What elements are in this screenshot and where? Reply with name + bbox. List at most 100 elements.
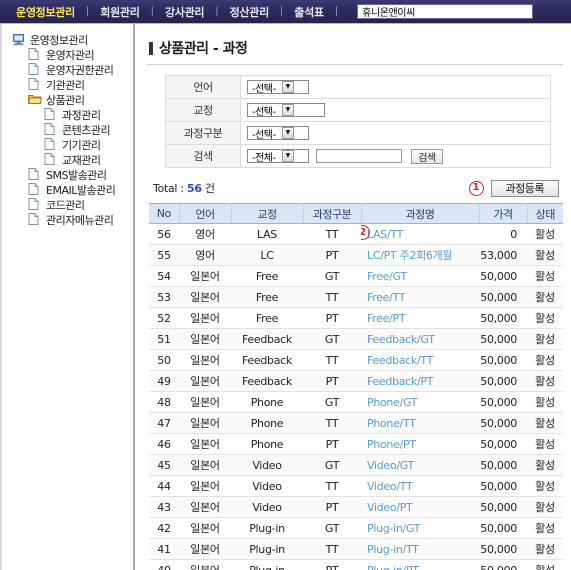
current-user-box: 휴니온앤이씨 xyxy=(357,4,534,19)
sidebar-item-email-mgmt[interactable]: EMAIL발송관리 xyxy=(6,182,133,197)
sidebar-item-code-mgmt[interactable]: 코드관리 xyxy=(6,197,133,212)
cell-no: 50 xyxy=(149,349,179,371)
cell-course-name: Plug-in/TT xyxy=(361,538,479,560)
search-scope-select-value: -전체- xyxy=(252,152,276,164)
table-row[interactable]: 53 일본어 Free TT Free/TT 50,000 활성 xyxy=(149,286,563,308)
page-title: 상품관리 - 과정 xyxy=(147,34,563,64)
sidebar-item-product-mgmt[interactable]: 상품관리 xyxy=(6,92,133,107)
document-icon xyxy=(44,138,58,151)
cell-code: Feedback xyxy=(231,328,303,350)
cell-price: 50,000 xyxy=(479,475,527,497)
course-name-link[interactable]: Feedback/TT xyxy=(367,354,433,367)
sidebar-item-admin-menu-mgmt[interactable]: 관리자메뉴관리 xyxy=(6,212,133,227)
column-header-no[interactable]: No xyxy=(149,203,180,224)
column-header-language[interactable]: 언어 xyxy=(179,203,232,224)
table-row[interactable]: 47 일본어 Phone TT Phone/TT 50,000 활성 xyxy=(149,412,563,434)
sidebar-item-textbook-mgmt[interactable]: 교재관리 xyxy=(6,152,133,167)
column-header-code[interactable]: 교정 xyxy=(231,203,304,224)
cell-price: 50,000 xyxy=(479,286,527,308)
nav-item-attendance[interactable]: 출석표 xyxy=(292,4,325,20)
nav-item-settlement[interactable]: 정산관리 xyxy=(228,4,271,20)
sidebar-item-content-mgmt[interactable]: 콘텐츠관리 xyxy=(6,122,133,137)
search-button[interactable]: 검색 xyxy=(411,148,443,164)
sidebar-item-operator-mgmt[interactable]: 운영자관리 xyxy=(6,47,133,62)
course-name-link[interactable]: Phone/PT xyxy=(367,438,416,451)
course-name-link[interactable]: Free/GT xyxy=(367,270,407,283)
column-header-price[interactable]: 가격 xyxy=(479,203,528,224)
cell-course-type: PT xyxy=(303,433,361,455)
sidebar-item-sms-mgmt[interactable]: SMS발송관리 xyxy=(6,167,133,182)
cell-course-name: Phone/GT xyxy=(361,391,479,413)
nav-separator: | xyxy=(150,6,154,17)
cell-course-type: TT xyxy=(303,349,361,371)
cell-course-type: TT xyxy=(303,286,361,308)
cell-status: 활성 xyxy=(527,496,563,518)
cell-course-type: GT xyxy=(303,454,361,476)
cell-course-name: Video/PT xyxy=(361,496,479,518)
cell-status: 활성 xyxy=(527,265,563,287)
filter-row-course-type: 과정구분 -선택- ▼ xyxy=(165,121,551,145)
list-toolbar: Total : 56 건 1 과정등록 xyxy=(153,179,559,197)
register-course-button[interactable]: 과정등록 xyxy=(490,179,559,197)
cell-course-type: TT xyxy=(303,475,361,497)
course-name-link[interactable]: Phone/GT xyxy=(367,396,418,409)
sidebar-item-course-mgmt[interactable]: 과정관리 xyxy=(6,107,133,122)
course-name-link[interactable]: Plug-in/GT xyxy=(367,522,421,535)
column-header-status[interactable]: 상태 xyxy=(527,203,563,224)
document-icon xyxy=(28,48,42,61)
column-header-course-type[interactable]: 과정구분 xyxy=(303,203,362,224)
course-name-link[interactable]: Video/GT xyxy=(367,459,414,472)
table-row[interactable]: 48 일본어 Phone GT Phone/GT 50,000 활성 xyxy=(149,391,563,413)
course-name-link[interactable]: LAS/TT xyxy=(367,228,403,241)
sidebar-item-institution-mgmt[interactable]: 기관관리 xyxy=(6,77,133,92)
cell-no: 53 xyxy=(149,286,179,308)
correction-select[interactable]: -선택- ▼ xyxy=(247,103,325,118)
course-name-link[interactable]: Feedback/GT xyxy=(367,333,435,346)
course-name-link[interactable]: Phone/TT xyxy=(367,417,416,430)
course-type-select[interactable]: -선택- ▼ xyxy=(247,126,309,141)
sidebar-item-operation-info[interactable]: 운영정보관리 xyxy=(6,32,133,47)
cell-course-type: PT xyxy=(303,559,361,570)
course-name-link[interactable]: Feedback/PT xyxy=(367,375,433,388)
cell-language: 일본어 xyxy=(179,265,231,287)
sidebar-item-operator-auth-mgmt[interactable]: 운영자권한관리 xyxy=(6,62,133,77)
table-row[interactable]: 50 일본어 Feedback TT Feedback/TT 50,000 활성 xyxy=(149,349,563,371)
table-row[interactable]: 45 일본어 Video GT Video/GT 50,000 활성 xyxy=(149,454,563,476)
cell-code: Phone xyxy=(231,433,303,455)
cell-no: 47 xyxy=(149,412,179,434)
table-row[interactable]: 49 일본어 Feedback PT Feedback/PT 50,000 활성 xyxy=(149,370,563,392)
sidebar-item-device-mgmt[interactable]: 기기관리 xyxy=(6,137,133,152)
nav-item-instructor[interactable]: 강사관리 xyxy=(163,4,206,20)
cell-course-name: Feedback/PT xyxy=(361,370,479,392)
search-scope-select[interactable]: -전체- ▼ xyxy=(247,149,309,164)
search-input[interactable] xyxy=(316,149,402,163)
table-row[interactable]: 55 영어 LC PT LC/PT 주2회6개월 53,000 활성 xyxy=(149,244,563,266)
document-icon xyxy=(28,63,42,76)
table-row[interactable]: 40일본어Plug-inPT Plug-in/PT 50,000활성 xyxy=(149,559,563,570)
table-row[interactable]: 41 일본어 Plug-in TT Plug-in/TT 50,000 활성 xyxy=(149,538,563,560)
nav-item-operation-info[interactable]: 운영정보관리 xyxy=(14,4,77,20)
course-name-link[interactable]: Free/TT xyxy=(367,291,406,304)
course-name-link[interactable]: Video/PT xyxy=(367,501,413,514)
column-header-course-name[interactable]: 과정명 xyxy=(361,203,480,224)
course-name-link[interactable]: Free/PT xyxy=(367,312,406,325)
table-row[interactable]: 42 일본어 Plug-in GT Plug-in/GT 50,000 활성 xyxy=(149,517,563,539)
cell-price: 0 xyxy=(479,223,527,245)
table-row[interactable]: 44 일본어 Video TT Video/TT 50,000 활성 xyxy=(149,475,563,497)
table-row[interactable]: 51 일본어 Feedback GT Feedback/GT 50,000 활성 xyxy=(149,328,563,350)
table-row[interactable]: 43 일본어 Video PT Video/PT 50,000 활성 xyxy=(149,496,563,518)
table-row[interactable]: 52 일본어 Free PT Free/PT 50,000 활성 xyxy=(149,307,563,329)
table-row[interactable]: 46 일본어 Phone PT Phone/PT 50,000 활성 xyxy=(149,433,563,455)
nav-item-member[interactable]: 회원관리 xyxy=(98,4,141,20)
course-name-link[interactable]: LC/PT 주2회6개월 xyxy=(367,249,453,262)
language-select[interactable]: -선택- ▼ xyxy=(247,80,309,95)
course-name-link[interactable]: Video/TT xyxy=(367,480,413,493)
table-row[interactable]: 56영어LASTT2LAS/TT0활성 xyxy=(149,223,563,245)
course-name-link[interactable]: Plug-in/PT xyxy=(367,564,419,570)
cell-code: Plug-in xyxy=(231,538,303,560)
cell-status: 활성 xyxy=(527,349,563,371)
filter-label-correction: 교정 xyxy=(165,98,241,122)
cell-language: 일본어 xyxy=(179,538,231,560)
course-name-link[interactable]: Plug-in/TT xyxy=(367,543,419,556)
table-row[interactable]: 54 일본어 Free GT Free/GT 50,000 활성 xyxy=(149,265,563,287)
